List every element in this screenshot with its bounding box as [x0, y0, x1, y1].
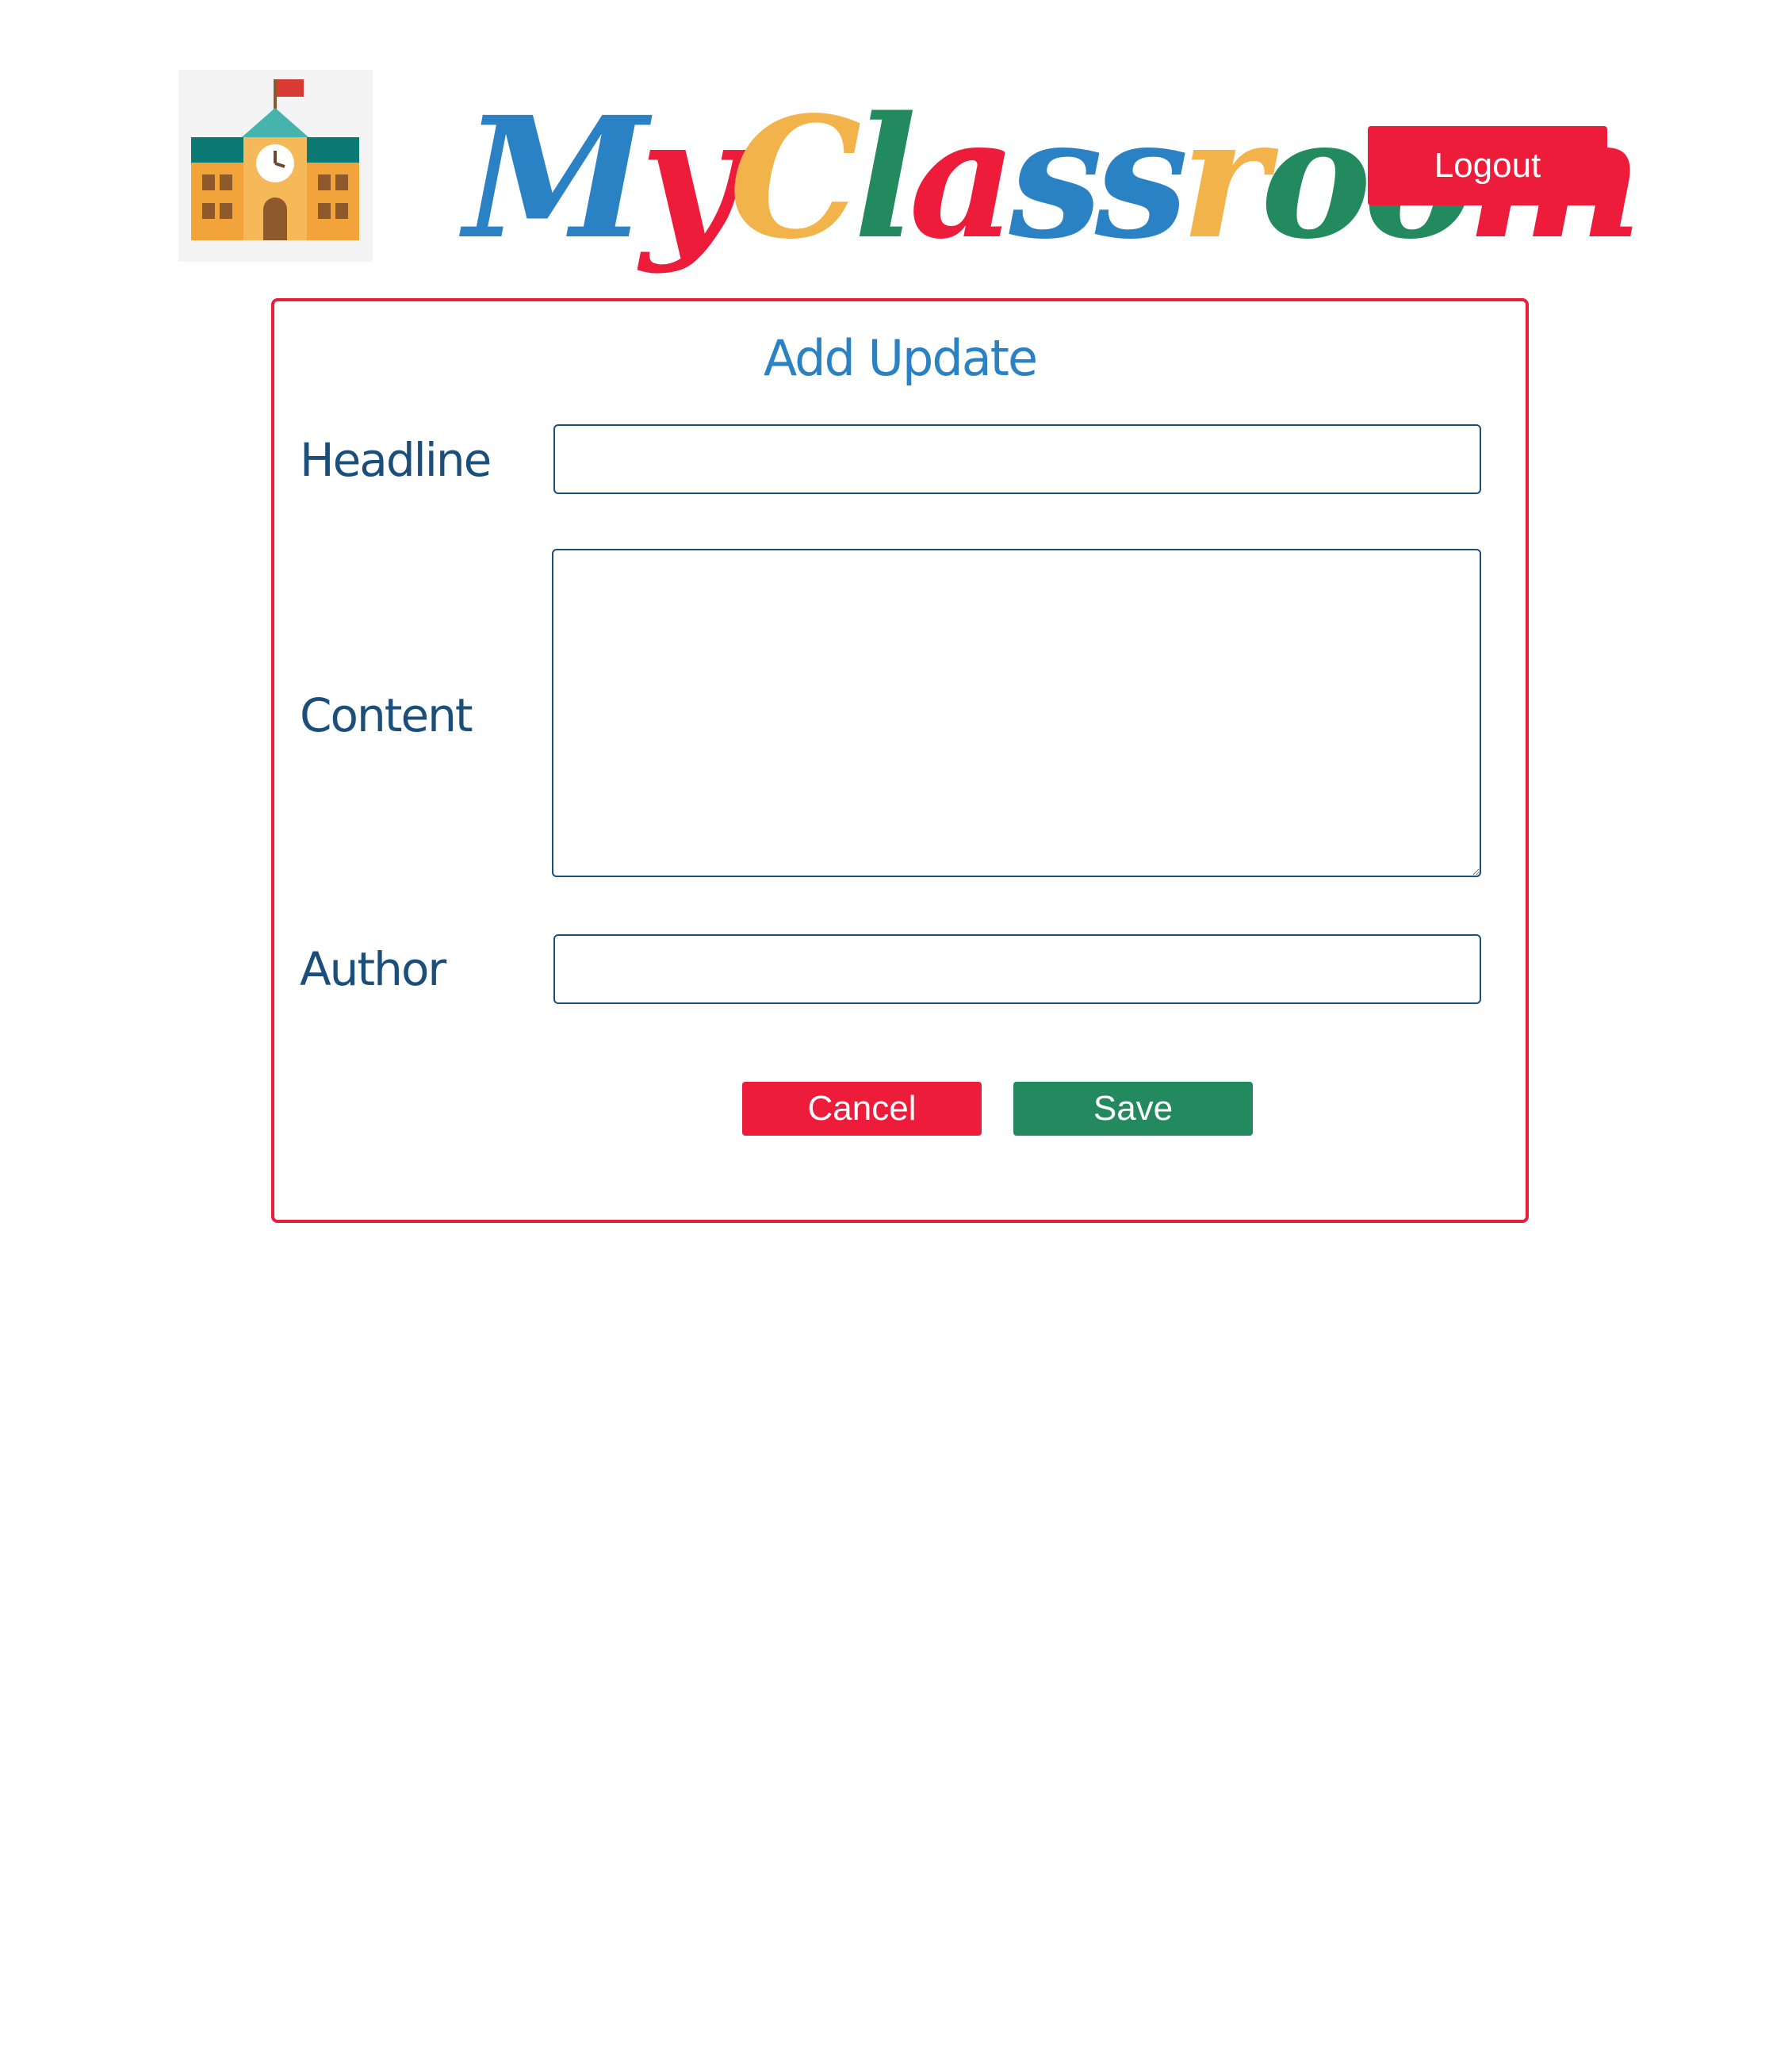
brand-letter: a: [909, 80, 1017, 276]
headline-input[interactable]: [553, 424, 1481, 494]
brand-letter: s: [1009, 80, 1103, 276]
brand-letter: r: [1180, 80, 1269, 276]
save-button[interactable]: Save: [1013, 1082, 1253, 1136]
content-textarea[interactable]: [552, 549, 1481, 877]
add-update-form: Add Update Headline Content Author Cance…: [271, 298, 1529, 1223]
content-label: Content: [300, 688, 473, 742]
logout-button[interactable]: Logout: [1368, 126, 1607, 205]
brand-letter: C: [729, 80, 862, 276]
brand-letter: o: [1260, 80, 1372, 276]
brand-title: MyClassroom: [464, 79, 1643, 278]
cancel-button[interactable]: Cancel: [742, 1082, 982, 1136]
author-label: Author: [300, 942, 446, 996]
brand-letter: M: [464, 80, 648, 276]
brand-letter: y: [640, 80, 737, 276]
form-title: Add Update: [763, 329, 1038, 387]
brand-letter: s: [1094, 80, 1189, 276]
headline-label: Headline: [300, 433, 492, 487]
brand-letter: l: [853, 80, 917, 276]
author-input[interactable]: [553, 934, 1481, 1004]
school-logo: [178, 70, 373, 262]
school-building-icon: [191, 79, 359, 240]
